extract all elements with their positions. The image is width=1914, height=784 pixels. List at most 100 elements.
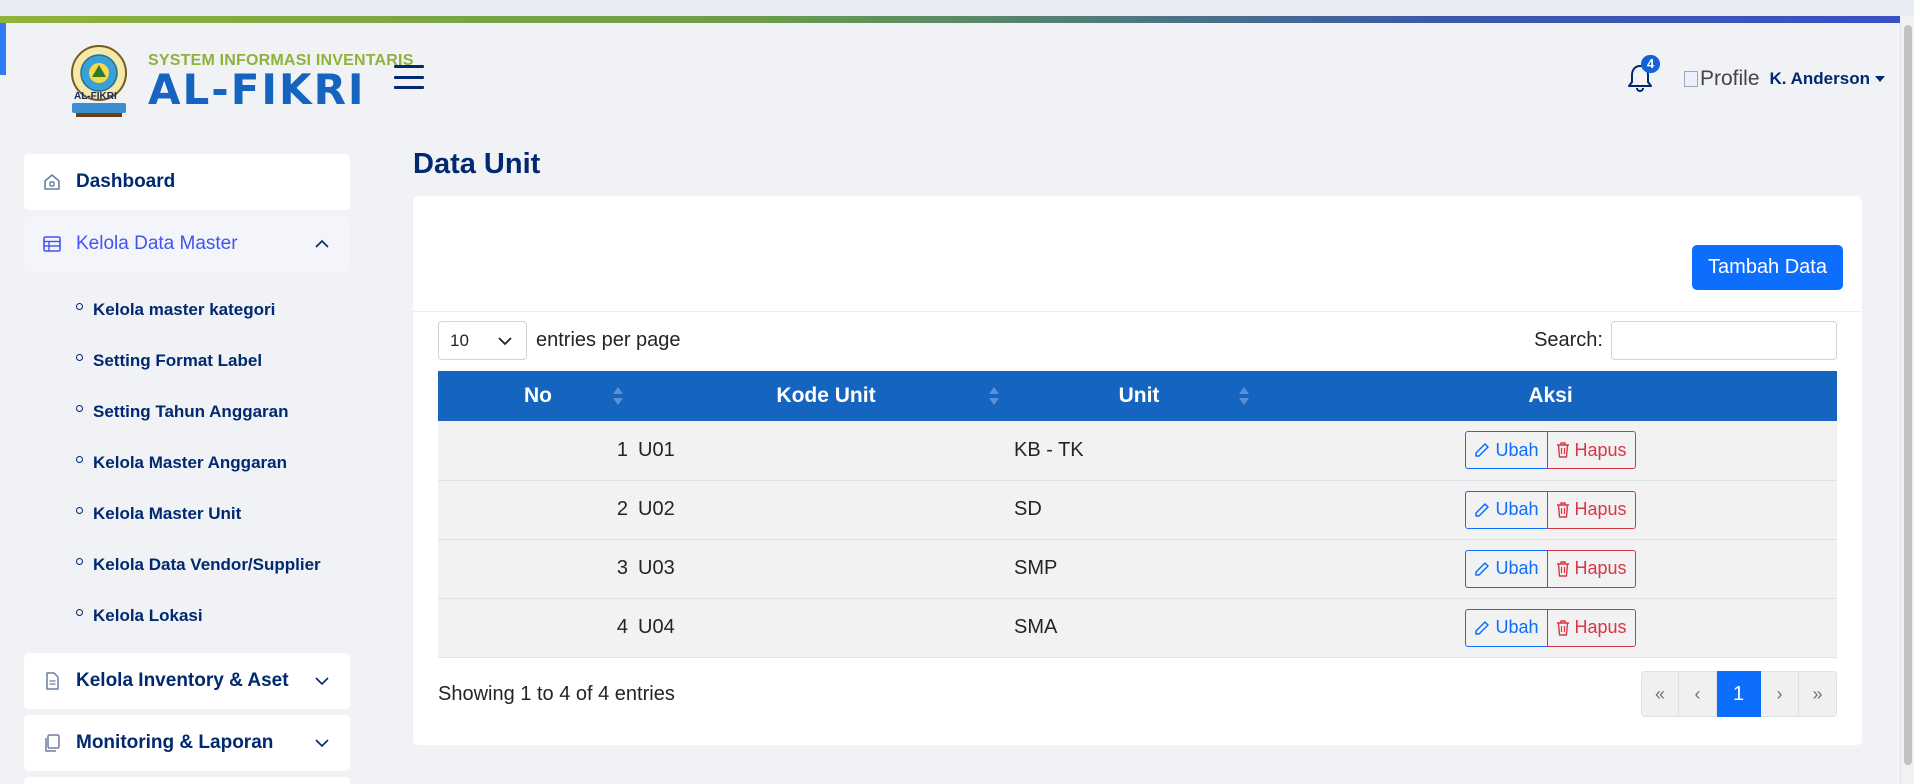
- sidebar-item-dashboard[interactable]: Dashboard: [24, 154, 350, 210]
- trash-icon: [1556, 560, 1569, 577]
- brand-title: AL-FIKRI: [148, 65, 366, 114]
- caret-down-icon: [1874, 76, 1885, 82]
- cell-aksi: Ubah Hapus: [1264, 480, 1837, 539]
- sidebar-subitem-label: Kelola master kategori: [93, 299, 276, 319]
- table-row: 3 U03 SMP Ubah Hapus: [438, 539, 1837, 598]
- data-unit-table: No Kode Unit Unit Aksi 1 U01 KB - TK Ubah Ha…: [438, 371, 1837, 658]
- sidebar-item-cutoff[interactable]: [24, 777, 350, 784]
- column-header-no[interactable]: No: [438, 371, 638, 421]
- edit-button[interactable]: Ubah: [1465, 608, 1548, 647]
- search-input[interactable]: [1611, 321, 1837, 360]
- data-unit-card: Tambah Data 10 entries per page Search: …: [413, 196, 1862, 745]
- cell-aksi: Ubah Hapus: [1264, 539, 1837, 598]
- pagination-first[interactable]: «: [1641, 671, 1679, 717]
- sidebar-item-label: Kelola Inventory & Aset: [76, 670, 289, 691]
- delete-button[interactable]: Hapus: [1547, 490, 1636, 529]
- sidebar-subitem-label: Setting Tahun Anggaran: [93, 401, 289, 421]
- edit-button-label: Ubah: [1495, 439, 1539, 460]
- edit-button-label: Ubah: [1495, 558, 1539, 578]
- brand-logo[interactable]: AL-FIKRI SYSTEM INFORMASI INVENTARIS AL-…: [66, 43, 414, 119]
- column-header-label: Kode Unit: [776, 384, 876, 407]
- trash-icon: [1556, 442, 1569, 458]
- top-gradient-bar: [0, 16, 1900, 23]
- sidebar-subitem-label: Kelola Master Unit: [93, 503, 242, 523]
- column-header-kode-unit[interactable]: Kode Unit: [638, 371, 1014, 421]
- sort-icon: [1239, 387, 1249, 405]
- column-header-unit[interactable]: Unit: [1014, 371, 1264, 421]
- sidebar-subitem[interactable]: Kelola Master Unit: [24, 488, 350, 539]
- pagination-next[interactable]: ›: [1761, 671, 1799, 717]
- logo-emblem-text: AL-FIKRI: [74, 91, 117, 102]
- broken-image-icon: [1684, 71, 1698, 87]
- logo-emblem-icon: AL-FIKRI: [66, 43, 132, 119]
- circle-bullet-icon: [76, 354, 83, 361]
- cell-no: 3: [616, 557, 628, 579]
- pagination: « ‹ 1 › »: [1641, 671, 1837, 717]
- home-icon: [44, 174, 60, 190]
- cell-aksi: Ubah Hapus: [1264, 598, 1837, 657]
- delete-button[interactable]: Hapus: [1547, 608, 1636, 647]
- column-header-aksi: Aksi: [1264, 371, 1837, 421]
- pagination-page-1[interactable]: 1: [1717, 671, 1761, 717]
- sidebar-subitem-label: Kelola Master Anggaran: [93, 452, 287, 472]
- sidebar-subitem[interactable]: Setting Tahun Anggaran: [24, 386, 350, 437]
- sidebar-subitem[interactable]: Kelola Lokasi: [24, 590, 350, 641]
- sidebar: Dashboard Kelola Data Master Kelola mast…: [24, 154, 350, 784]
- pencil-icon: [1475, 502, 1490, 517]
- delete-button-label: Hapus: [1574, 617, 1627, 637]
- delete-button[interactable]: Hapus: [1547, 431, 1636, 470]
- sidebar-item-inventory[interactable]: Kelola Inventory & Aset: [24, 653, 350, 709]
- pencil-icon: [1475, 561, 1490, 576]
- cell-kode-unit: U01: [638, 438, 675, 461]
- card-header: Tambah Data: [413, 196, 1862, 312]
- table-body: 1 U01 KB - TK Ubah Hapus 2 U02 SD Ubah Hapus 3 U03 S…: [438, 421, 1837, 657]
- hamburger-menu-icon[interactable]: [394, 65, 424, 89]
- sidebar-subitem[interactable]: Kelola Master Anggaran: [24, 437, 350, 488]
- notification-bell-icon[interactable]: 4: [1626, 55, 1661, 93]
- profile-dropdown[interactable]: Profile K. Anderson: [1684, 67, 1885, 91]
- search-label: Search:: [1534, 329, 1603, 351]
- table-header-row: No Kode Unit Unit Aksi: [438, 371, 1837, 421]
- entries-per-page-select[interactable]: 10: [438, 321, 527, 360]
- sidebar-item-monitoring[interactable]: Monitoring & Laporan: [24, 715, 350, 771]
- edit-button[interactable]: Ubah: [1465, 490, 1548, 529]
- edit-button[interactable]: Ubah: [1465, 431, 1548, 470]
- cell-no: 2: [616, 498, 628, 520]
- edit-button[interactable]: Ubah: [1465, 549, 1548, 588]
- chevron-down-icon: [315, 677, 329, 686]
- edit-button-label: Ubah: [1495, 617, 1539, 637]
- pagination-prev[interactable]: ‹: [1679, 671, 1717, 717]
- table-row: 4 U04 SMA Ubah Hapus: [438, 598, 1837, 657]
- cell-no: 4: [616, 616, 628, 638]
- sidebar-subitem[interactable]: Kelola master kategori: [24, 284, 350, 335]
- action-buttons: Ubah Hapus: [1465, 431, 1636, 470]
- scrollbar-thumb[interactable]: [1904, 25, 1912, 765]
- sidebar-item-data-master[interactable]: Kelola Data Master: [24, 216, 350, 272]
- delete-button[interactable]: Hapus: [1547, 549, 1636, 588]
- sidebar-subitem-label: Setting Format Label: [93, 350, 263, 370]
- page-title: Data Unit: [413, 148, 541, 180]
- sort-icon: [613, 387, 623, 405]
- sidebar-item-label: Kelola Data Master: [76, 233, 238, 254]
- circle-bullet-icon: [76, 303, 83, 310]
- cell-aksi: Ubah Hapus: [1264, 421, 1837, 480]
- pencil-icon: [1475, 620, 1490, 635]
- chevron-up-icon: [315, 239, 329, 248]
- add-data-button[interactable]: Tambah Data: [1692, 245, 1843, 290]
- entries-label: entries per page: [536, 329, 681, 351]
- sort-icon: [989, 387, 999, 405]
- page-scrollbar[interactable]: [1900, 23, 1914, 784]
- top-header: AL-FIKRI SYSTEM INFORMASI INVENTARIS AL-…: [6, 23, 1900, 131]
- sidebar-subitem[interactable]: Kelola Data Vendor/Supplier: [24, 539, 350, 590]
- sidebar-subitem-label: Kelola Lokasi: [93, 605, 203, 625]
- pagination-last[interactable]: »: [1799, 671, 1837, 717]
- cell-unit: SD: [1014, 498, 1042, 520]
- sidebar-subitem[interactable]: Setting Format Label: [24, 335, 350, 386]
- cell-unit: SMP: [1014, 557, 1058, 579]
- circle-bullet-icon: [76, 609, 83, 616]
- cell-no: 1: [616, 438, 628, 461]
- edit-button-label: Ubah: [1495, 499, 1539, 519]
- table-icon: [43, 236, 61, 252]
- cell-kode-unit: U02: [638, 498, 675, 520]
- column-header-label: Aksi: [1528, 384, 1573, 407]
